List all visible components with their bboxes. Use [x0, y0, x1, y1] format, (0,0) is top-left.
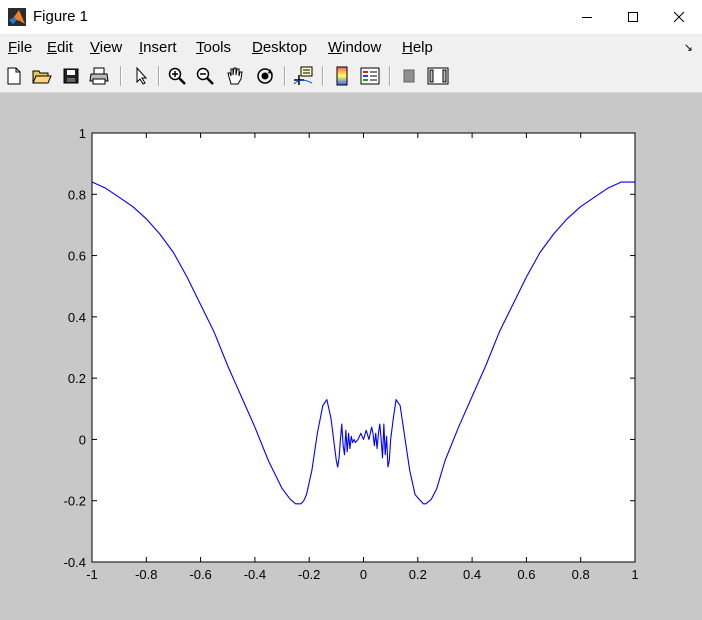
- menu-edit[interactable]: Edit: [47, 39, 73, 56]
- menu-help-accel: H: [402, 39, 413, 56]
- save-figure-button[interactable]: [60, 65, 82, 87]
- open-file-button[interactable]: [31, 65, 53, 87]
- rotate-3d-icon: [257, 68, 273, 84]
- new-figure-button[interactable]: [3, 65, 25, 87]
- data-cursor-button[interactable]: [292, 65, 314, 87]
- menu-tools-accel: T: [196, 39, 204, 56]
- menu-desktop-accel: D: [252, 39, 263, 56]
- x-tick-label: -0.4: [244, 567, 266, 582]
- toolbar-separator: [120, 66, 122, 86]
- menu-file[interactable]: File: [8, 39, 32, 56]
- new-figure-icon: [7, 67, 21, 85]
- x-tick-label: 0.6: [517, 567, 535, 582]
- figure-toolbar: [0, 60, 702, 93]
- zoom-out-button[interactable]: [194, 65, 216, 87]
- title-bar: Figure 1: [0, 0, 702, 35]
- menu-edit-accel: E: [47, 39, 58, 56]
- menu-insert[interactable]: Insert: [139, 39, 177, 56]
- x-tick-label: 0: [360, 567, 367, 582]
- maximize-icon: [628, 12, 638, 22]
- menu-bar: File Edit View Insert Tools Desktop Wind…: [0, 35, 702, 60]
- pan-hand-icon: [227, 67, 243, 85]
- x-tick-label: -1: [86, 567, 98, 582]
- y-tick-label: 0.8: [68, 187, 86, 202]
- menu-view-rest: iew: [99, 39, 123, 56]
- menu-window[interactable]: Window: [328, 39, 381, 56]
- insert-colorbar-icon: [336, 66, 348, 86]
- menu-file-rest: ile: [17, 39, 33, 56]
- edit-plot-arrow-icon: [136, 67, 148, 85]
- toolbar-separator: [284, 66, 286, 86]
- menu-help-rest: elp: [412, 39, 433, 56]
- save-figure-icon: [63, 68, 79, 84]
- zoom-in-button[interactable]: [166, 65, 188, 87]
- hide-plot-tools-icon: [403, 69, 415, 83]
- menu-file-accel: F: [8, 39, 18, 56]
- menu-overflow-arrow-icon[interactable]: ↘: [684, 41, 693, 54]
- y-tick-label: -0.4: [64, 555, 86, 570]
- x-tick-label: 0.8: [572, 567, 590, 582]
- x-tick-label: -0.2: [298, 567, 320, 582]
- toolbar-separator: [322, 66, 324, 86]
- x-tick-label: -0.8: [135, 567, 157, 582]
- print-figure-button[interactable]: [88, 65, 110, 87]
- x-tick-label: 0.2: [409, 567, 427, 582]
- line-plot[interactable]: -1 -0.8 -0.6 -0.4 -0.2 0 0.2 0.4 0.6 0.8 1 -0.4 -0.2…: [0, 93, 702, 620]
- menu-view-accel: V: [90, 39, 100, 56]
- window-title: Figure 1: [33, 8, 89, 25]
- pan-button[interactable]: [224, 65, 246, 87]
- minimize-icon: [582, 17, 592, 18]
- menu-insert-rest: nsert: [143, 39, 177, 56]
- menu-window-accel: W: [328, 39, 343, 56]
- rotate-3d-button[interactable]: [254, 65, 276, 87]
- zoom-out-icon: [196, 67, 214, 85]
- show-plot-tools-button[interactable]: [427, 65, 449, 87]
- y-tick-label: 1: [79, 126, 86, 141]
- menu-view[interactable]: View: [90, 39, 122, 56]
- hide-plot-tools-button[interactable]: [398, 65, 420, 87]
- y-tick-label: 0.6: [68, 249, 86, 264]
- y-tick-label: 0: [79, 432, 86, 447]
- close-button[interactable]: [656, 0, 702, 34]
- matlab-logo-icon: [8, 8, 26, 26]
- x-tick-label: 0.4: [463, 567, 481, 582]
- show-plot-tools-icon: [427, 67, 449, 85]
- menu-tools[interactable]: Tools: [196, 39, 231, 56]
- y-tick-label: 0.2: [68, 371, 86, 386]
- data-cursor-icon: [293, 66, 313, 85]
- x-tick-label: 1: [631, 567, 638, 582]
- menu-desktop-rest: esktop: [262, 39, 308, 56]
- y-tick-label: -0.2: [64, 494, 86, 509]
- x-tick-label: -0.6: [189, 567, 211, 582]
- toolbar-separator: [389, 66, 391, 86]
- menu-edit-rest: dit: [57, 39, 73, 56]
- menu-help[interactable]: Help: [402, 39, 433, 56]
- close-icon: [673, 11, 685, 23]
- menu-desktop[interactable]: Desktop: [252, 39, 307, 56]
- insert-legend-icon: [360, 67, 380, 85]
- insert-legend-button[interactable]: [359, 65, 381, 87]
- menu-tools-rest: ools: [203, 39, 232, 56]
- insert-colorbar-button[interactable]: [331, 65, 353, 87]
- figure-canvas[interactable]: -1 -0.8 -0.6 -0.4 -0.2 0 0.2 0.4 0.6 0.8 1 -0.4 -0.2…: [0, 93, 702, 620]
- menu-window-rest: indow: [342, 39, 382, 56]
- edit-plot-button[interactable]: [130, 65, 152, 87]
- open-file-icon: [32, 70, 52, 84]
- axes-background: [92, 133, 635, 562]
- y-tick-label: 0.4: [68, 310, 86, 325]
- zoom-in-icon: [168, 67, 186, 85]
- print-figure-icon: [89, 67, 109, 85]
- maximize-button[interactable]: [610, 0, 656, 34]
- minimize-button[interactable]: [564, 0, 610, 34]
- toolbar-separator: [158, 66, 160, 86]
